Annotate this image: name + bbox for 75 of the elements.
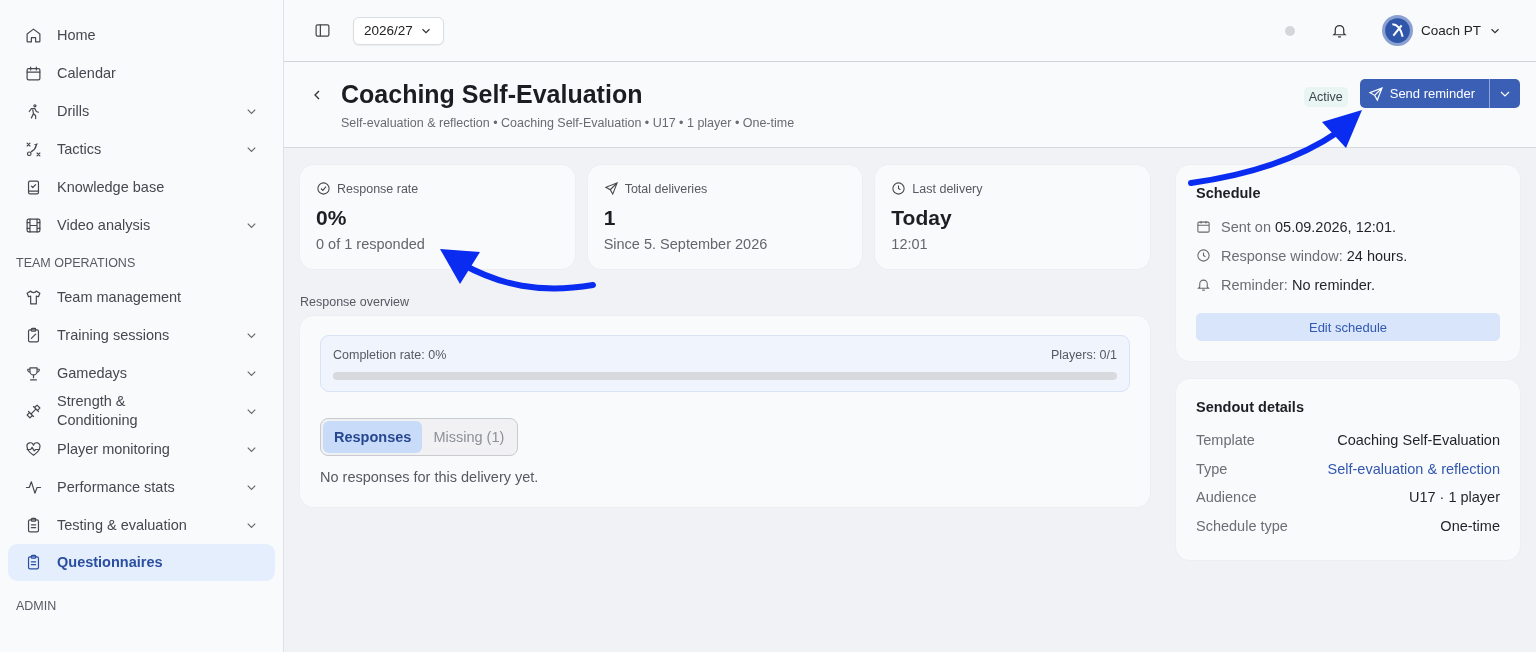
stat-value: 0% (316, 206, 348, 230)
completion-label: Completion rate: 0% (333, 348, 447, 362)
section-label: Response overview (300, 295, 411, 309)
detail-value: U17 · 1 player (1408, 489, 1500, 506)
calendar-icon (25, 64, 42, 82)
sidebar-item[interactable]: Calendar (8, 54, 275, 92)
season-dropdown[interactable]: 2026/27 (353, 16, 444, 45)
card-title: Sendout details (1196, 399, 1305, 415)
send-icon (1367, 85, 1384, 102)
sidebar-item[interactable]: Player monitoring (8, 430, 275, 468)
avatar-icon (1380, 14, 1414, 47)
stat-caption: 12:01 (891, 236, 929, 252)
user-menu[interactable]: Coach PT (1380, 14, 1502, 47)
book-icon (25, 178, 42, 196)
clock-icon (1196, 248, 1211, 263)
sidebar-item[interactable]: Home (8, 16, 275, 54)
stat-caption: 0 of 1 responded (316, 236, 426, 252)
empty-message: No responses for this delivery yet. (320, 469, 540, 485)
detail-label: Audience (1196, 489, 1257, 506)
detail-value: One-time (1440, 517, 1500, 534)
bell-icon[interactable] (1330, 22, 1348, 39)
sidebar-item[interactable]: Strength & Conditioning (8, 392, 275, 430)
sidebar-item[interactable]: Knowledge base (8, 168, 275, 206)
sidebar-item[interactable]: Team management (8, 278, 275, 316)
trophy-icon (25, 364, 42, 382)
schedule-text: Reminder: No reminder. (1221, 276, 1375, 293)
sidebar-item[interactable]: Performance stats (8, 468, 275, 506)
stat-caption: Since 5. September 2026 (603, 236, 769, 252)
sidebar-item[interactable]: Video analysis (8, 206, 275, 244)
bell-icon (1196, 277, 1211, 292)
card-title: Schedule (1196, 185, 1262, 201)
sidebar-item[interactable]: Testing & evaluation (8, 506, 275, 544)
stat-value: Today (891, 206, 953, 230)
detail-label: Template (1196, 432, 1255, 449)
stat-label: Last delivery (912, 181, 983, 196)
dumbbell-icon (25, 402, 42, 420)
section-heading: ADMIN (15, 598, 58, 615)
clipboard-list-icon (25, 516, 42, 534)
sidebar-item[interactable]: Tactics (8, 130, 275, 168)
sidebar-toggle-icon[interactable] (314, 22, 331, 39)
schedule-text: Response window: 24 hours. (1221, 247, 1408, 264)
page-title: Coaching Self-Evaluation (341, 79, 644, 109)
check-circle-icon (316, 181, 331, 196)
clipboard-icon (25, 326, 42, 344)
sidebar-item[interactable]: Training sessions (8, 316, 275, 354)
stat-label: Response rate (337, 181, 419, 196)
film-icon (25, 216, 42, 234)
stat-label: Total deliveries (624, 181, 708, 196)
tactics-icon (25, 140, 42, 158)
sidebar-item[interactable]: Drills (8, 92, 275, 130)
pulse-icon (25, 478, 42, 496)
status-badge: Active (1303, 87, 1348, 107)
page-subtitle: Self-evaluation & reflection • Coaching Self-Evaluation • U17 • 1 player • One-time (341, 115, 796, 130)
detail-label: Schedule type (1196, 517, 1288, 534)
dropdown-button[interactable] (1489, 79, 1520, 108)
sidebar-item[interactable]: Gamedays (8, 354, 275, 392)
status-dot (1284, 25, 1295, 36)
detail-label: Type (1196, 460, 1228, 477)
stat-value: 1 (603, 206, 617, 230)
calendar-icon (1196, 219, 1211, 234)
tab[interactable]: Responses (323, 421, 423, 453)
home-icon (25, 26, 42, 44)
edit-schedule-button[interactable]: Edit schedule (1196, 313, 1500, 341)
send-icon (603, 181, 619, 196)
section-heading: TEAM OPERATIONS (15, 255, 137, 272)
detail-value: Coaching Self-Evaluation (1337, 432, 1500, 449)
clock-icon (891, 181, 907, 196)
heart-icon (25, 440, 42, 458)
sidebar-item[interactable]: Questionnaires (8, 544, 275, 581)
schedule-text: Sent on 05.09.2026, 12:01. (1221, 218, 1396, 235)
detail-link[interactable]: Self-evaluation & reflection (1327, 460, 1500, 477)
shirt-icon (25, 288, 42, 306)
clipboard-list-icon (25, 554, 42, 571)
send-reminder-button[interactable]: Send reminder (1359, 79, 1489, 108)
players-count: Players: 0/1 (1051, 348, 1117, 362)
